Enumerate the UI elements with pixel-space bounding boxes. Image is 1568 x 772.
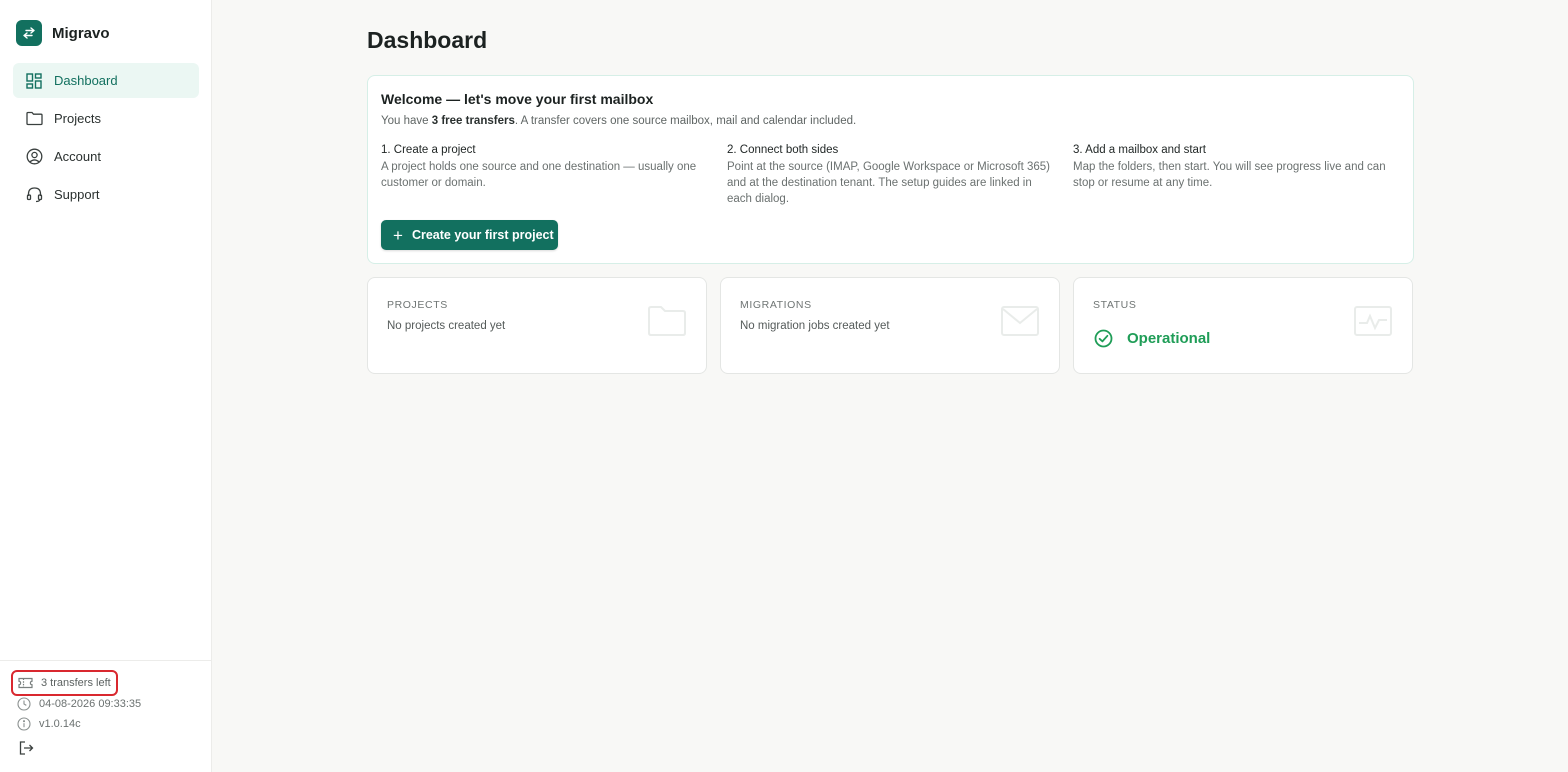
folder-icon	[25, 110, 43, 128]
welcome-subtitle: You have 3 free transfers. A transfer co…	[381, 115, 856, 127]
datetime-row: 04-08-2026 09:33:35	[16, 696, 141, 712]
mail-icon	[1000, 304, 1040, 338]
sidebar-item-label: Projects	[54, 111, 101, 126]
sidebar-item-support[interactable]: Support	[13, 177, 199, 212]
step-description: Map the folders, then start. You will se…	[1073, 161, 1386, 189]
swap-arrows-icon	[16, 20, 42, 46]
create-first-project-button[interactable]: + Create your first project	[381, 220, 558, 250]
sidebar-item-account[interactable]: Account	[13, 139, 199, 174]
status-card[interactable]: STATUS Operational	[1073, 277, 1413, 374]
app-name: Migravo	[52, 24, 110, 42]
version-row: v1.0.14c	[16, 716, 81, 732]
plus-icon: +	[393, 225, 403, 245]
free-transfers-count: 3 free transfers	[431, 115, 515, 127]
status-value: Operational	[1127, 330, 1211, 347]
migrations-card-value: No migration jobs created yet	[740, 320, 890, 332]
projects-card-value: No projects created yet	[387, 320, 506, 332]
step-description: Point at the source (IMAP, Google Worksp…	[727, 161, 1050, 205]
projects-card[interactable]: PROJECTS No projects created yet	[367, 277, 707, 374]
clock-icon	[16, 696, 32, 712]
step-create-project: 1. Create a project A project holds one …	[381, 144, 711, 191]
sidebar-item-projects[interactable]: Projects	[13, 101, 199, 136]
user-circle-icon	[25, 148, 43, 166]
ticket-icon	[18, 676, 34, 690]
check-circle-icon	[1094, 329, 1113, 348]
info-icon	[16, 716, 32, 732]
sidebar-item-label: Dashboard	[54, 73, 118, 88]
sidebar: Migravo Dashboard Projects Account Suppo…	[0, 0, 212, 772]
transfers-left-text: 3 transfers left	[41, 677, 111, 689]
welcome-panel: Welcome — let's move your first mailbox …	[367, 75, 1414, 264]
migrations-card[interactable]: MIGRATIONS No migration jobs created yet	[720, 277, 1060, 374]
sidebar-item-label: Support	[54, 187, 100, 202]
welcome-subtitle-suffix: . A transfer covers one source mailbox, …	[514, 115, 857, 127]
status-card-title: STATUS	[1093, 299, 1137, 311]
welcome-subtitle-prefix: You have	[381, 115, 432, 127]
page-title: Dashboard	[367, 27, 488, 53]
activity-monitor-icon	[1353, 304, 1393, 338]
step-description: A project holds one source and one desti…	[381, 161, 697, 189]
step-add-mailbox: 3. Add a mailbox and start Map the folde…	[1073, 144, 1403, 191]
step-title: 2. Connect both sides	[727, 144, 839, 156]
sidebar-item-dashboard[interactable]: Dashboard	[13, 63, 199, 98]
step-connect-sides: 2. Connect both sides Point at the sourc…	[727, 144, 1057, 207]
sidebar-nav: Dashboard Projects Account Support	[13, 63, 199, 215]
logout-icon[interactable]	[19, 741, 35, 757]
step-title: 1. Create a project	[381, 144, 476, 156]
welcome-title: Welcome — let's move your first mailbox	[381, 91, 654, 107]
dashboard-icon	[25, 72, 43, 90]
migrations-card-title: MIGRATIONS	[740, 299, 812, 311]
transfers-left-badge[interactable]: 3 transfers left	[11, 670, 118, 696]
sidebar-item-label: Account	[54, 149, 101, 164]
current-datetime: 04-08-2026 09:33:35	[39, 698, 142, 710]
headset-icon	[25, 186, 43, 204]
app-version: v1.0.14c	[39, 718, 81, 730]
sidebar-footer: 3 transfers left 04-08-2026 09:33:35 v1.…	[0, 660, 211, 772]
status-indicator: Operational	[1094, 329, 1210, 348]
create-first-project-label: Create your first project	[411, 228, 554, 242]
folder-icon	[647, 304, 687, 338]
brand[interactable]: Migravo	[16, 20, 110, 46]
step-title: 3. Add a mailbox and start	[1073, 144, 1206, 156]
projects-card-title: PROJECTS	[387, 299, 448, 311]
